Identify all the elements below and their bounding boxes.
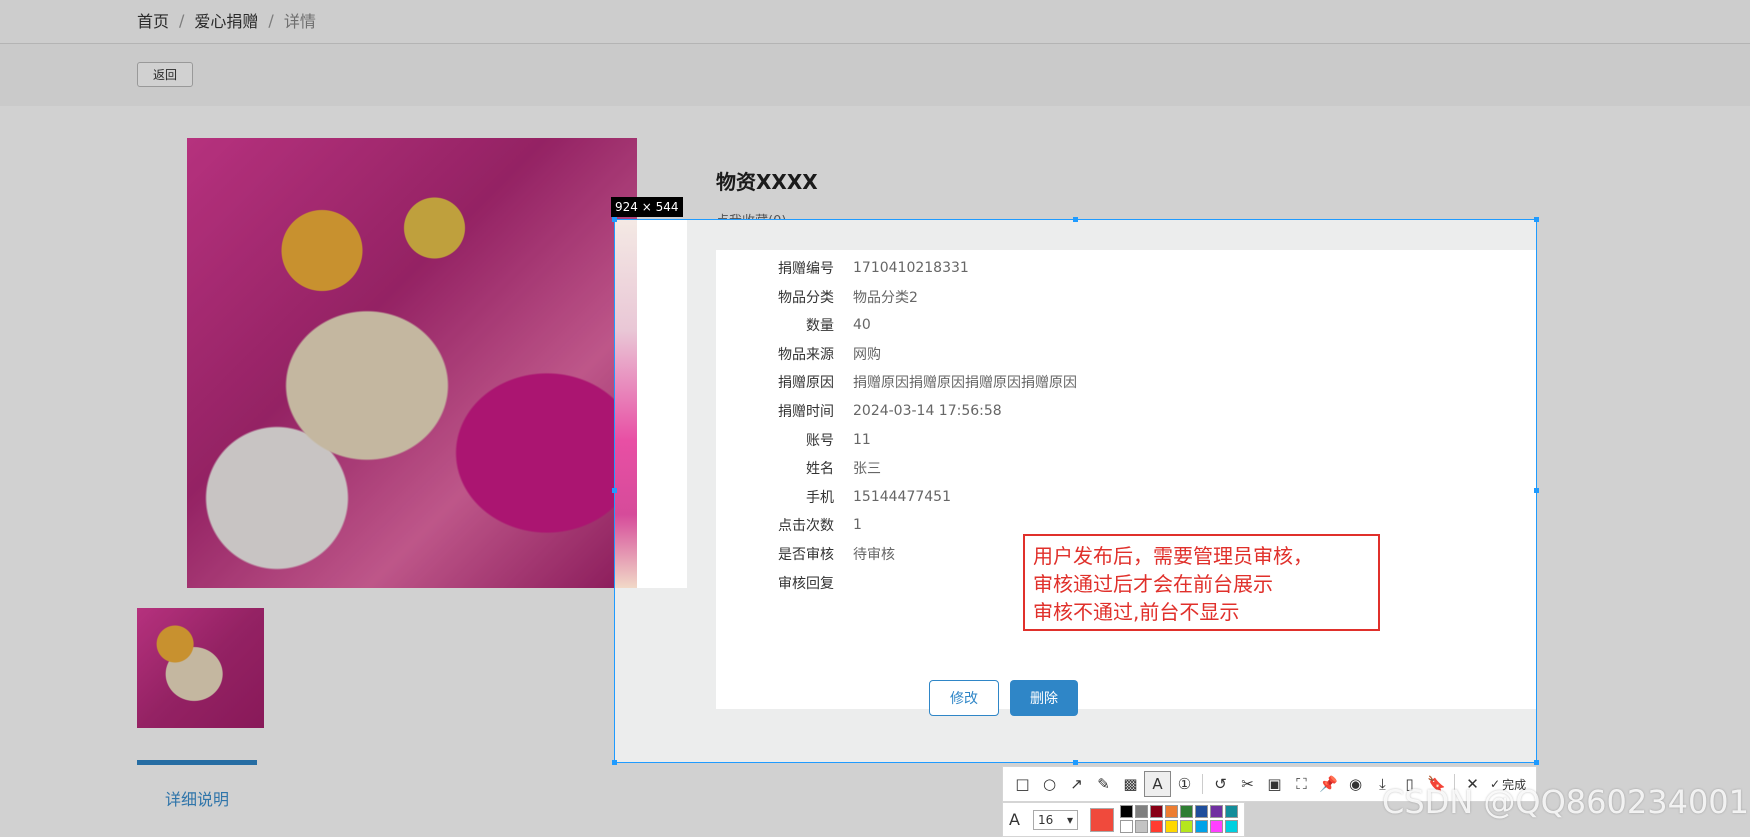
detail-value: 捐赠原因捐赠原因捐赠原因捐赠原因	[853, 375, 1077, 391]
detail-row: 是否审核 待审核	[716, 544, 895, 564]
font-icon: A	[1009, 810, 1020, 829]
color-swatch[interactable]	[1195, 820, 1208, 833]
detail-row: 捐赠编号 1710410218331	[716, 258, 969, 278]
detail-label: 物品来源	[778, 347, 834, 363]
annotation-line: 审核不通过,前台不显示	[1033, 600, 1240, 624]
font-size-value: 16	[1038, 812, 1054, 827]
detail-row: 姓名 张三	[716, 458, 881, 478]
capture-size-label: 924 × 544	[611, 197, 683, 217]
image-frame-slice	[637, 220, 687, 588]
detail-label: 物品分类	[778, 290, 834, 306]
annotation-line: 用户发布后，需要管理员审核，	[1033, 544, 1313, 568]
detail-row: 数量 40	[716, 315, 871, 335]
color-swatch[interactable]	[1225, 805, 1238, 818]
color-swatch[interactable]	[1225, 820, 1238, 833]
color-swatch[interactable]	[1165, 820, 1178, 833]
detail-row: 物品分类 物品分类2	[716, 287, 918, 307]
resize-handle[interactable]	[1534, 488, 1539, 493]
color-swatch[interactable]	[1120, 820, 1133, 833]
detail-label: 捐赠时间	[778, 404, 834, 420]
number-marker-icon[interactable]: ①	[1171, 771, 1198, 797]
detail-row: 点击次数 1	[716, 515, 862, 535]
detail-value: 11	[853, 432, 871, 448]
detail-row: 账号 11	[716, 430, 871, 450]
detail-value: 40	[853, 317, 871, 333]
detail-row: 捐赠原因 捐赠原因捐赠原因捐赠原因捐赠原因	[716, 372, 1077, 392]
detail-value: 张三	[853, 461, 881, 477]
detail-value: 15144477451	[853, 489, 951, 505]
detail-label: 审核回复	[778, 576, 834, 592]
color-swatch[interactable]	[1135, 820, 1148, 833]
annotation-text-box[interactable]: 用户发布后，需要管理员审核， 审核通过后才会在前台展示 审核不通过,前台不显示	[1023, 534, 1380, 631]
detail-value: 物品分类2	[853, 290, 918, 306]
detail-label: 账号	[806, 433, 834, 449]
detail-label: 点击次数	[778, 518, 834, 534]
capture-selection[interactable]: 捐赠编号 1710410218331 物品分类 物品分类2 数量 40 物品来源 网购捐赠原因…	[614, 219, 1537, 763]
resize-handle[interactable]	[612, 217, 617, 222]
resize-handle[interactable]	[612, 488, 617, 493]
color-swatch[interactable]	[1150, 820, 1163, 833]
cut-icon[interactable]: ✂	[1234, 771, 1261, 797]
pin-icon[interactable]: 📌	[1315, 771, 1342, 797]
color-swatch[interactable]	[1135, 805, 1148, 818]
detail-value: 2024-03-14 17:56:58	[853, 403, 1002, 419]
chevron-down-icon: ▾	[1066, 812, 1073, 827]
color-swatch[interactable]	[1180, 820, 1193, 833]
rectangle-icon[interactable]: □	[1009, 771, 1036, 797]
annotation-line: 审核通过后才会在前台展示	[1033, 572, 1273, 596]
product-image-slice	[615, 220, 637, 588]
edit-button[interactable]: 修改	[929, 680, 999, 716]
color-swatch[interactable]	[1150, 805, 1163, 818]
font-size-select[interactable]: 16 ▾	[1033, 809, 1078, 830]
detail-row: 审核回复	[716, 573, 853, 593]
detail-value: 1710410218331	[853, 260, 969, 276]
detail-label: 姓名	[806, 461, 834, 477]
resize-handle[interactable]	[1534, 760, 1539, 765]
detail-label: 捐赠原因	[778, 375, 834, 391]
detail-value: 待审核	[853, 547, 895, 563]
detail-label: 数量	[806, 318, 834, 334]
arrow-icon[interactable]: ↗	[1063, 771, 1090, 797]
detail-row: 手机 15144477451	[716, 487, 951, 507]
detail-panel: 捐赠编号 1710410218331 物品分类 物品分类2 数量 40 物品来源 网购捐赠原因…	[716, 250, 1536, 716]
detail-label: 是否审核	[778, 547, 834, 563]
delete-button[interactable]: 删除	[1010, 680, 1078, 716]
detail-row: 物品来源 网购	[716, 344, 881, 364]
text-options-bar: A 16 ▾	[1002, 802, 1245, 837]
resize-handle[interactable]	[1073, 217, 1078, 222]
toolbar-divider	[1202, 774, 1203, 794]
detail-label: 手机	[806, 490, 834, 506]
pencil-icon[interactable]: ✎	[1090, 771, 1117, 797]
resize-handle[interactable]	[1073, 760, 1078, 765]
color-swatch[interactable]	[1180, 805, 1193, 818]
undo-icon[interactable]: ↺	[1207, 771, 1234, 797]
color-palette	[1120, 805, 1239, 834]
scan-icon[interactable]: ⛶	[1288, 771, 1315, 797]
mosaic-icon[interactable]: ▩	[1117, 771, 1144, 797]
text-icon[interactable]: A	[1144, 771, 1171, 797]
watermark: CSDN @QQ860234001	[1382, 783, 1750, 821]
ocr-icon[interactable]: ▣	[1261, 771, 1288, 797]
color-swatch[interactable]	[1210, 820, 1223, 833]
record-icon[interactable]: ◉	[1342, 771, 1369, 797]
detail-value: 网购	[853, 347, 881, 363]
detail-label: 捐赠编号	[778, 261, 834, 277]
resize-handle[interactable]	[1534, 217, 1539, 222]
color-swatch[interactable]	[1165, 805, 1178, 818]
detail-value: 1	[853, 517, 862, 533]
color-swatch[interactable]	[1195, 805, 1208, 818]
current-color-swatch[interactable]	[1090, 807, 1114, 832]
resize-handle[interactable]	[612, 760, 617, 765]
detail-row: 捐赠时间 2024-03-14 17:56:58	[716, 401, 1002, 421]
color-swatch[interactable]	[1210, 805, 1223, 818]
ellipse-icon[interactable]: ○	[1036, 771, 1063, 797]
color-swatch[interactable]	[1120, 805, 1133, 818]
